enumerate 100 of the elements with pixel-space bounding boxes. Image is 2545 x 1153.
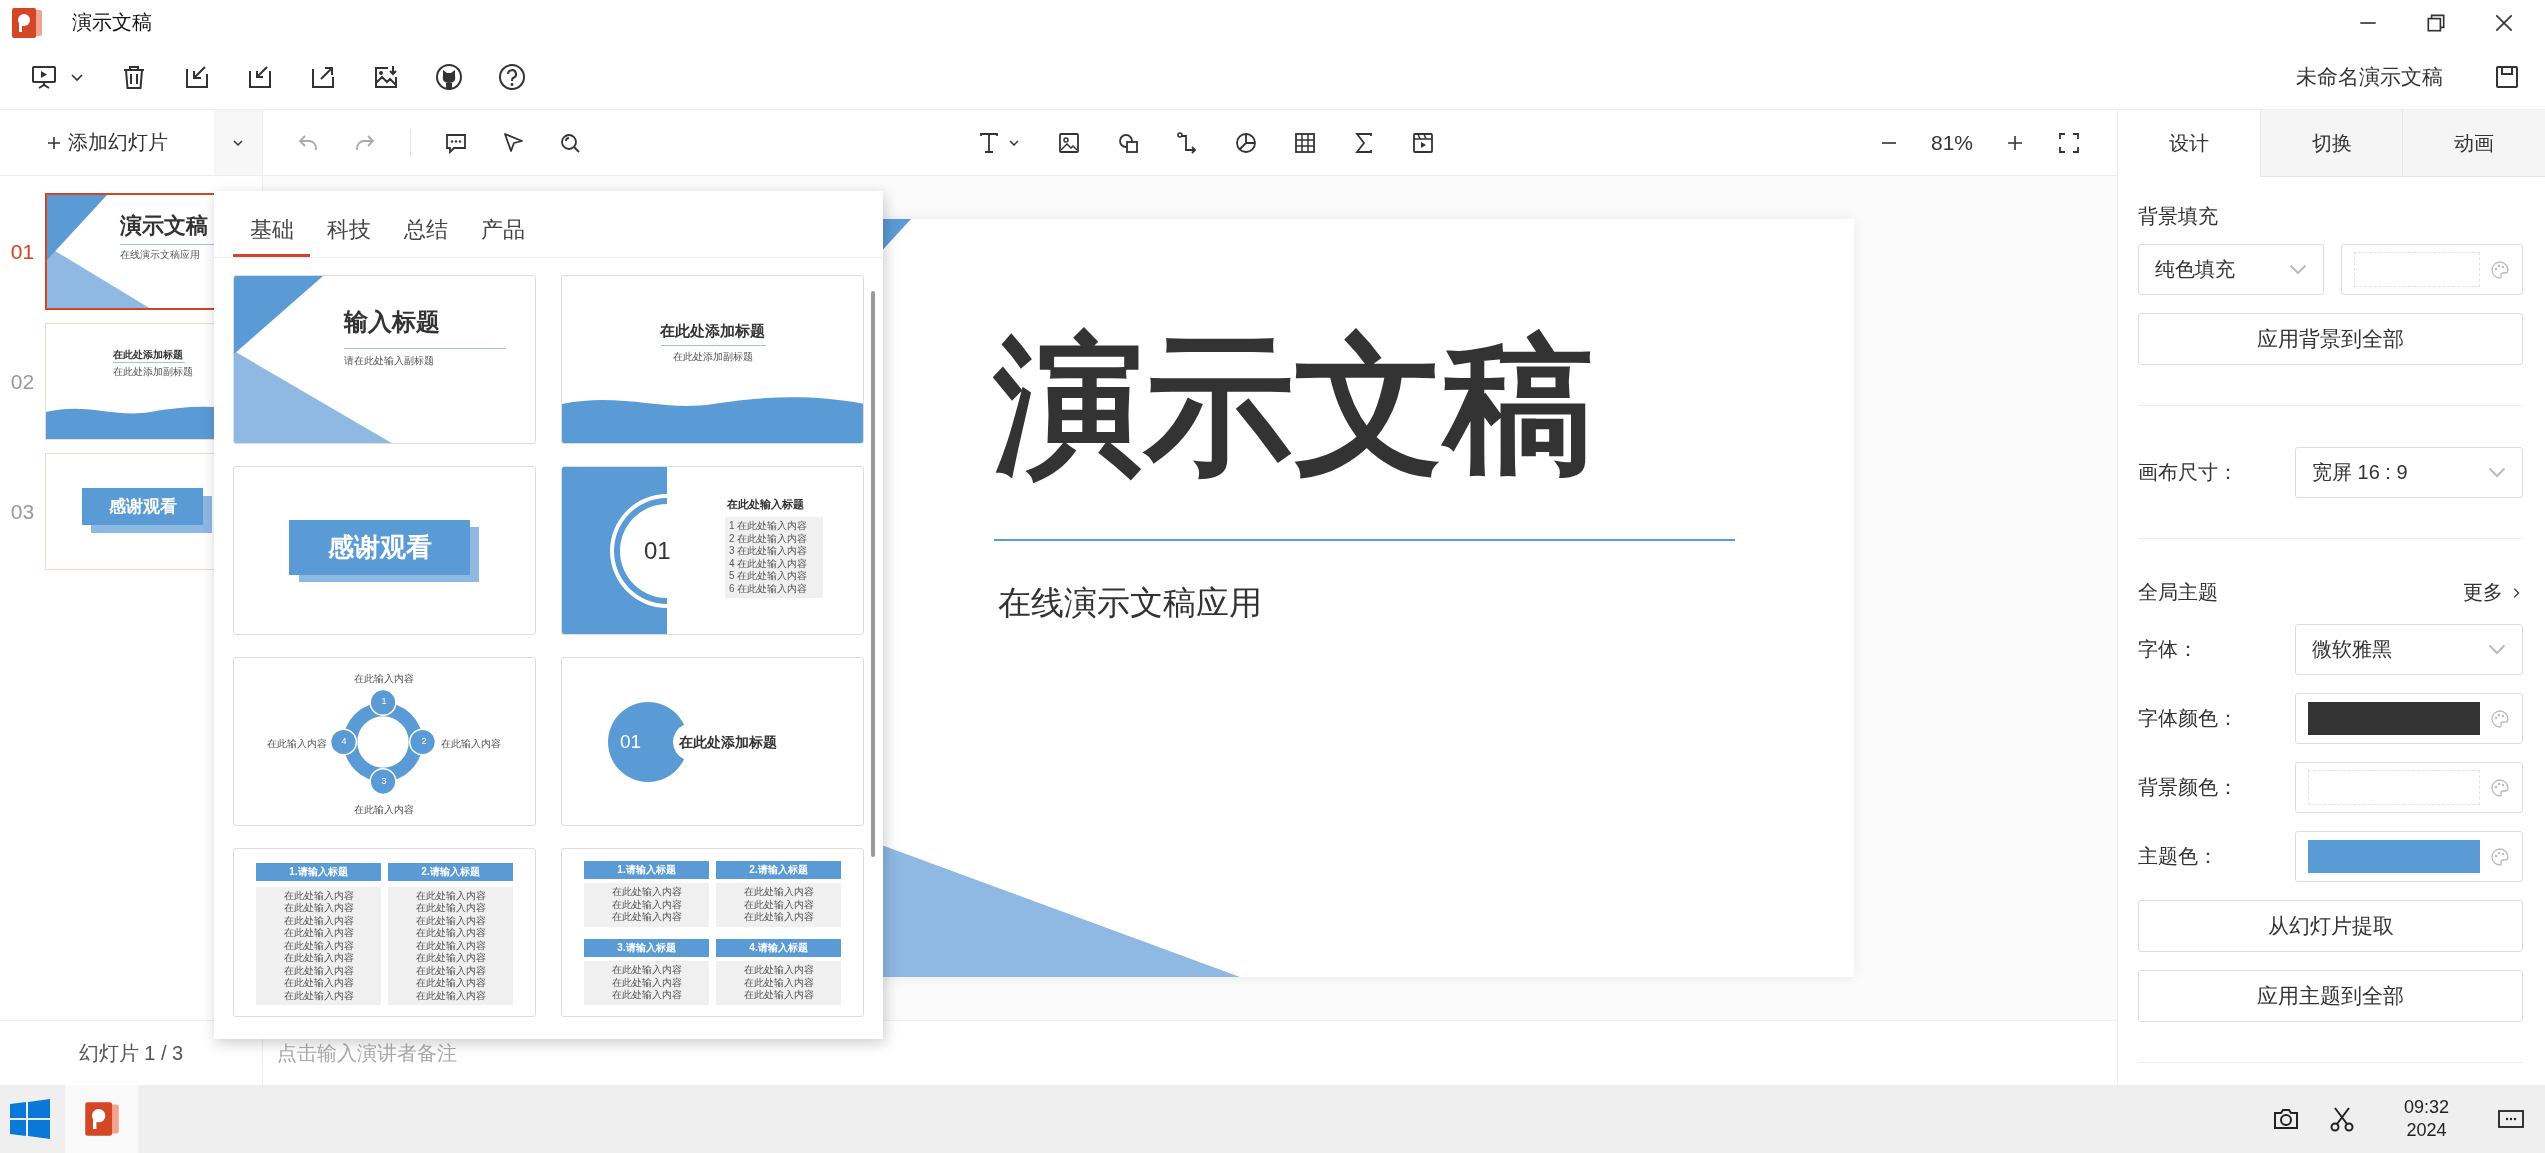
column-text: 在此处输入内容 [283, 914, 354, 927]
caret-icon [2488, 467, 2506, 478]
import-arrow-icon[interactable] [183, 63, 211, 91]
fill-type-select[interactable]: 纯色填充 [2138, 244, 2324, 295]
box-header: 3.请输入标题 [584, 939, 709, 957]
template-title: 在此处输入标题 [727, 497, 804, 512]
color-picker[interactable] [2295, 762, 2523, 813]
zoom-level: 81% [1930, 130, 1973, 155]
template-card[interactable]: 在此处添加标题 在此处添加副标题 [561, 275, 864, 444]
video-icon[interactable] [1411, 130, 1435, 155]
node-number: 1 [380, 696, 388, 706]
palette-icon [2490, 846, 2510, 867]
node-label: 在此输入内容 [354, 672, 414, 686]
save-icon[interactable] [2493, 63, 2521, 91]
scrollbar[interactable] [871, 291, 875, 857]
template-card[interactable]: 01 在此处添加标题 [561, 657, 864, 826]
column-text: 在此处输入内容 [283, 927, 354, 940]
canvas-size-select[interactable]: 宽屏 16 : 9 [2295, 447, 2523, 498]
font-select[interactable]: 微软雅黑 [2295, 624, 2523, 675]
column-text: 在此处输入内容 [415, 889, 486, 902]
box-header: 1.请输入标题 [584, 861, 709, 879]
column-text: 在此处输入内容 [283, 964, 354, 977]
color-picker[interactable] [2295, 693, 2523, 744]
extract-theme-button[interactable]: 从幻灯片提取 [2138, 900, 2523, 952]
windows-logo-icon[interactable] [10, 1099, 50, 1139]
import-tray-icon[interactable] [246, 63, 274, 91]
node-label: 在此输入内容 [354, 803, 414, 817]
column-text: 在此处输入内容 [415, 952, 486, 965]
slide-title[interactable]: 演示文稿 [994, 319, 1594, 492]
box-text: 在此处输入内容 [611, 976, 682, 989]
template-title: 在此处添加标题 [679, 734, 777, 752]
template-card[interactable]: 1.请输入标题 在此处输入内容 在此处输入内容 在此处输入内容 在此处输入内容 在此处输入内容 在此处输入内容 在此处输入内容 在此处输入内容 在此处输入内容 2.请输入标题 在此处输入内容 在此处输入内容 在此处输入内容 在此处输入内容 在此处输入内容 在此处输入内容 在此处输入内容 在此处输入内容 在此处输入内容 [233, 848, 536, 1017]
template-card[interactable]: 1.请输入标题 在此处输入内容 在此处输入内容 在此处输入内容 2.请输入标题 在此处输入内容 在此处输入内容 在此处输入内容 3.请输入标题 在此处输入内容 在此处输入内容 在此处输入内容 4.请输入标题 在此处输入内容 在此处输入内容 在此处输入内容 [561, 848, 864, 1017]
taskbar-app-button[interactable] [65, 1085, 138, 1153]
slide-subtitle: 在此处添加副标题 [113, 365, 193, 379]
template-tab[interactable]: 总结 [387, 205, 464, 257]
column-text: 在此处输入内容 [283, 889, 354, 902]
more-link[interactable]: 更多 [2463, 579, 2523, 606]
image-download-icon[interactable] [372, 63, 400, 91]
slide-number: 02 [9, 369, 36, 394]
apply-theme-button[interactable]: 应用主题到全部 [2138, 970, 2523, 1022]
pie-chart-icon[interactable] [1234, 130, 1258, 155]
template-tab[interactable]: 科技 [310, 205, 387, 257]
field-label: 画布尺寸： [2138, 460, 2239, 485]
list-item: 1 在此处输入内容 [729, 520, 809, 533]
column-text: 在此处输入内容 [283, 989, 354, 1003]
slide-number: 01 [9, 239, 36, 264]
apply-background-button[interactable]: 应用背景到全部 [2138, 313, 2523, 365]
fullscreen-icon[interactable] [2057, 130, 2081, 155]
caret-icon [2488, 644, 2506, 655]
text-tool-icon[interactable] [977, 130, 1001, 155]
template-card[interactable]: 输入标题 请在此处输入副标题 [233, 275, 536, 444]
palette-icon [2490, 708, 2510, 729]
template-tab[interactable]: 基础 [233, 205, 310, 257]
palette-icon [2490, 259, 2510, 280]
node-label: 在此输入内容 [267, 737, 327, 751]
color-picker[interactable] [2341, 244, 2523, 295]
box-text: 在此处输入内容 [743, 886, 814, 899]
node-number: 4 [340, 736, 348, 746]
box-text: 在此处输入内容 [743, 989, 814, 1002]
box-text: 在此处输入内容 [611, 886, 682, 899]
template-card[interactable]: 在此输入内容 1 在此输入内容 4 2 在此输入内容 3 在此输入内容 [233, 657, 536, 826]
slide-subtitle[interactable]: 在线演示文稿应用 [998, 581, 1262, 626]
slide-title: 在此处添加标题 [113, 348, 183, 362]
box-text: 在此处输入内容 [611, 989, 682, 1002]
help-icon[interactable] [498, 63, 526, 91]
cat-silhouette-icon[interactable] [435, 63, 463, 91]
color-picker[interactable] [2295, 831, 2523, 882]
template-title: 输入标题 [344, 307, 440, 337]
connector-line-icon[interactable] [1175, 130, 1199, 155]
pointer-icon[interactable] [501, 130, 525, 155]
box-text: 在此处输入内容 [611, 964, 682, 977]
column-header: 1.请输入标题 [256, 863, 381, 881]
column-text: 在此处输入内容 [415, 927, 486, 940]
panel-tab[interactable]: 切换 [2259, 110, 2403, 177]
box-header: 4.请输入标题 [716, 939, 841, 957]
box-text: 在此处输入内容 [743, 911, 814, 924]
restore-icon[interactable] [2425, 11, 2447, 34]
chapter-number: 01 [620, 731, 642, 753]
box-text: 在此处输入内容 [743, 964, 814, 977]
column-text: 在此处输入内容 [415, 914, 486, 927]
column-header: 2.请输入标题 [388, 863, 513, 881]
document-name[interactable]: 未命名演示文稿 [2296, 63, 2443, 91]
presentation-app-icon [82, 1100, 121, 1138]
table-icon[interactable] [1293, 130, 1317, 155]
box-text: 在此处输入内容 [611, 911, 682, 924]
add-slide-button[interactable]: 添加幻灯片 [0, 110, 214, 175]
template-card[interactable]: 01 在此处输入标题 1 在此处输入内容 2 在此处输入内容 3 在此处输入内容 4 在此处输入内容 5 在此处输入内容 6 在此处输入内容 [561, 466, 864, 635]
image-icon[interactable] [1057, 130, 1081, 155]
panel-tab[interactable]: 动画 [2402, 110, 2545, 177]
box-text: 在此处输入内容 [743, 898, 814, 911]
clock-time: 09:32 [2403, 1095, 2449, 1119]
node-number: 2 [420, 736, 428, 746]
list-item: 2 在此处输入内容 [729, 532, 809, 545]
template-title: 在此处添加标题 [659, 322, 766, 341]
list-item: 3 在此处输入内容 [729, 545, 809, 558]
column-text: 在此处输入内容 [415, 977, 486, 990]
field-label: 背景颜色： [2138, 775, 2239, 800]
slide-title: 演示文稿 [120, 212, 208, 240]
presentation-screen-icon[interactable] [30, 63, 58, 91]
